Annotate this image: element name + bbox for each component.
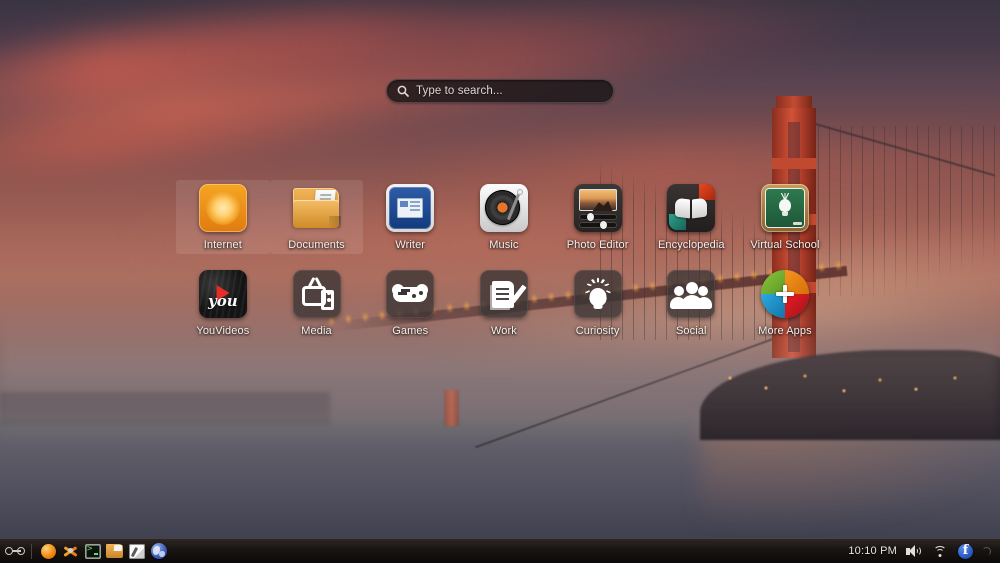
- taskbar: 10:10 PM: [0, 538, 1000, 563]
- youvideos-icon: you: [199, 270, 247, 318]
- app-work[interactable]: Work: [457, 266, 551, 340]
- app-virtual-school[interactable]: Virtual School: [738, 180, 832, 254]
- app-label: More Apps: [758, 325, 811, 337]
- app-social[interactable]: Social: [644, 266, 738, 340]
- app-label: Media: [301, 325, 331, 337]
- app-label: Curiosity: [576, 325, 620, 337]
- wifi-icon[interactable]: [930, 542, 949, 561]
- app-label: Encyclopedia: [658, 239, 725, 251]
- app-row: you YouVideos Media Games: [176, 266, 832, 340]
- app-label: Documents: [288, 239, 345, 251]
- app-label: Internet: [204, 239, 242, 251]
- app-label: YouVideos: [196, 325, 249, 337]
- taskbar-separator: [31, 544, 32, 559]
- folder-icon[interactable]: [105, 542, 124, 561]
- resize-grip-icon: [982, 547, 991, 556]
- facebook-icon[interactable]: [956, 542, 975, 561]
- app-internet[interactable]: Internet: [176, 180, 270, 254]
- folder-icon: [293, 184, 341, 232]
- app-label: Music: [489, 239, 518, 251]
- book-icon: [667, 184, 715, 232]
- app-music[interactable]: Music: [457, 180, 551, 254]
- app-media[interactable]: Media: [270, 266, 364, 340]
- browser-icon[interactable]: [149, 542, 168, 561]
- app-photo-editor[interactable]: Photo Editor: [551, 180, 645, 254]
- gamepad-icon: [386, 270, 434, 318]
- turntable-icon: [480, 184, 528, 232]
- app-writer[interactable]: Writer: [363, 180, 457, 254]
- menu-logo-icon[interactable]: [5, 542, 24, 561]
- bridge-tower-brace: [772, 158, 816, 169]
- text-editor-icon[interactable]: [127, 542, 146, 561]
- tools-icon[interactable]: [61, 542, 80, 561]
- application-grid: Internet Documents Wri: [176, 180, 832, 340]
- terminal-icon[interactable]: [83, 542, 102, 561]
- taskbar-launchers: [5, 542, 168, 561]
- photo-editor-icon: [574, 184, 622, 232]
- app-games[interactable]: Games: [363, 266, 457, 340]
- document-pencil-icon: [480, 270, 528, 318]
- volume-icon[interactable]: [904, 542, 923, 561]
- writer-icon: [386, 184, 434, 232]
- app-label: Photo Editor: [567, 239, 629, 251]
- internet-icon: [199, 184, 247, 232]
- search-input[interactable]: Type to search...: [386, 79, 614, 103]
- more-apps-icon: [761, 270, 809, 318]
- app-youvideos[interactable]: you YouVideos: [176, 266, 270, 340]
- app-label: Work: [491, 325, 517, 337]
- people-icon: [667, 270, 715, 318]
- search-icon: [397, 85, 409, 97]
- tv-icon: [293, 270, 341, 318]
- app-row: Internet Documents Wri: [176, 180, 832, 254]
- sphere-icon[interactable]: [39, 542, 58, 561]
- app-label: Writer: [395, 239, 425, 251]
- app-label: Social: [676, 325, 707, 337]
- app-more-apps[interactable]: More Apps: [738, 266, 832, 340]
- clock[interactable]: 10:10 PM: [848, 545, 897, 557]
- app-label: Games: [392, 325, 428, 337]
- chalkboard-icon: [761, 184, 809, 232]
- app-curiosity[interactable]: Curiosity: [551, 266, 645, 340]
- search-placeholder: Type to search...: [416, 85, 503, 97]
- lightbulb-icon: [574, 270, 622, 318]
- system-tray: 10:10 PM: [848, 542, 995, 561]
- app-encyclopedia[interactable]: Encyclopedia: [644, 180, 738, 254]
- app-documents[interactable]: Documents: [270, 180, 364, 254]
- app-label: Virtual School: [750, 239, 819, 251]
- desktop[interactable]: Type to search... Internet Documents: [0, 0, 1000, 563]
